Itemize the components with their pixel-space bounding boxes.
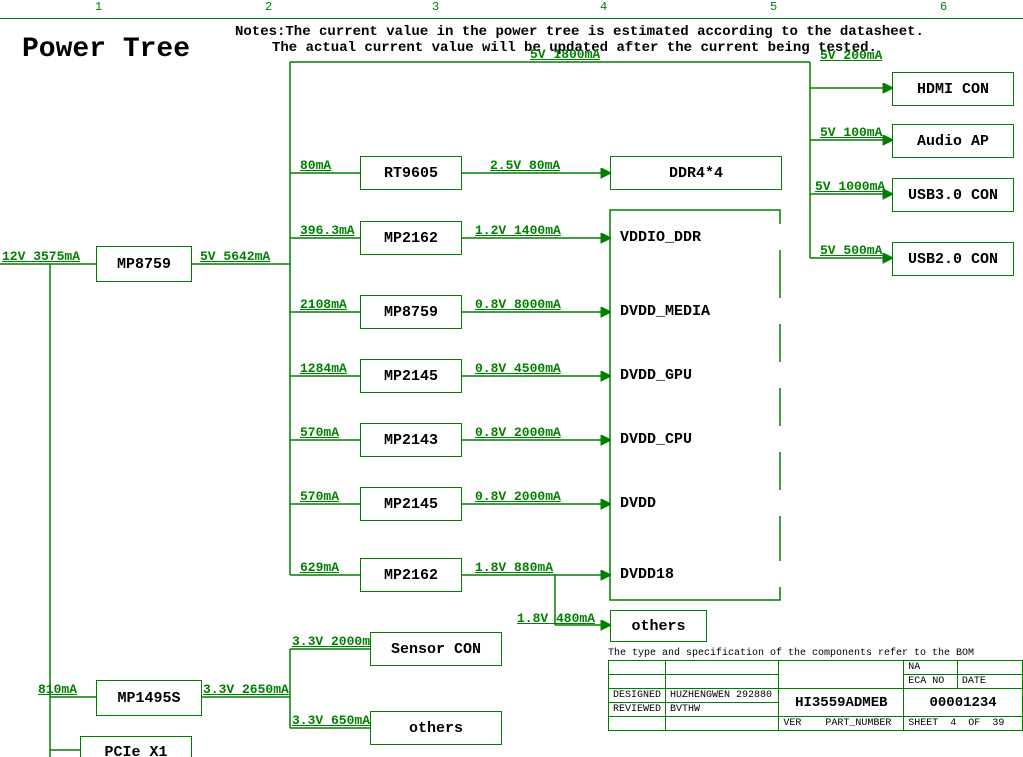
chip-mp8759: MP8759 — [96, 246, 192, 282]
lbl: 1.8V 880mA — [475, 560, 553, 575]
ruler-n: 2 — [265, 0, 272, 14]
chip: MP8759 — [360, 295, 462, 329]
lbl: 3.3V 2650mA — [203, 682, 289, 697]
page-title: Power Tree — [22, 34, 190, 65]
lbl: 629mA — [300, 560, 339, 575]
lbl: 1.2V 1400mA — [475, 223, 561, 238]
load: DVDD — [612, 490, 786, 516]
chip: RT9605 — [360, 156, 462, 190]
chip: MP2145 — [360, 359, 462, 393]
lbl: 570mA — [300, 489, 339, 504]
lbl: 5V 500mA — [820, 243, 882, 258]
chip: MP2162 — [360, 221, 462, 255]
lbl: 5V 100mA — [820, 125, 882, 140]
lbl: 5V 1000mA — [815, 179, 885, 194]
lbl: 396.3mA — [300, 223, 355, 238]
others-33: others — [370, 711, 502, 745]
ruler-n: 6 — [940, 0, 947, 14]
title-block: NA ECA NODATE DESIGNEDHUZHENGWEN 292880H… — [608, 660, 1023, 731]
ruler-n: 3 — [432, 0, 439, 14]
lbl: 0.8V 4500mA — [475, 361, 561, 376]
load: VDDIO_DDR — [612, 224, 786, 250]
chip: MP2145 — [360, 487, 462, 521]
load: DVDD18 — [612, 561, 786, 587]
ruler-n: 1 — [95, 0, 102, 14]
load: DVDD_GPU — [612, 362, 786, 388]
usb2-con: USB2.0 CON — [892, 242, 1014, 276]
lbl: 0.8V 2000mA — [475, 489, 561, 504]
ruler-n: 4 — [600, 0, 607, 14]
hdmi-con: HDMI CON — [892, 72, 1014, 106]
ruler-n: 5 — [770, 0, 777, 14]
lbl-5v-1800: 5V 1800mA — [530, 47, 600, 62]
lbl: 5V 200mA — [820, 48, 882, 63]
lbl: 80mA — [300, 158, 331, 173]
lbl: 0.8V 2000mA — [475, 425, 561, 440]
chip: MP2162 — [360, 558, 462, 592]
others-box: others — [610, 610, 707, 642]
lbl: 570mA — [300, 425, 339, 440]
lbl: 810mA — [38, 682, 77, 697]
lbl: 3.3V 650mA — [292, 713, 370, 728]
lbl-12v-in: 12V 3575mA — [2, 249, 80, 264]
lbl: 1284mA — [300, 361, 347, 376]
lbl: 2.5V 80mA — [490, 158, 560, 173]
usb3-con: USB3.0 CON — [892, 178, 1014, 212]
load: DVDD_CPU — [612, 426, 786, 452]
chip: MP2143 — [360, 423, 462, 457]
note-line1: Notes:The current value in the power tre… — [235, 24, 924, 40]
pcie-x1: PCIe X1 — [80, 736, 192, 757]
lbl-5v-out: 5V 5642mA — [200, 249, 270, 264]
wires — [0, 0, 1023, 757]
lbl: 2108mA — [300, 297, 347, 312]
load: DVDD_MEDIA — [612, 298, 786, 324]
chip-mp1495s: MP1495S — [96, 680, 202, 716]
lbl: 1.8V 480mA — [517, 611, 595, 626]
lbl: 0.8V 8000mA — [475, 297, 561, 312]
ruler: 1 2 3 4 5 6 — [0, 0, 1023, 19]
sensor-con: Sensor CON — [370, 632, 502, 666]
schematic-canvas: 1 2 3 4 5 6 Power Tree Notes:The current… — [0, 0, 1023, 757]
bom-note: The type and specification of the compon… — [608, 648, 974, 659]
load: DDR4*4 — [610, 156, 782, 190]
audio-ap: Audio AP — [892, 124, 1014, 158]
lbl: 3.3V 2000mA — [292, 634, 378, 649]
